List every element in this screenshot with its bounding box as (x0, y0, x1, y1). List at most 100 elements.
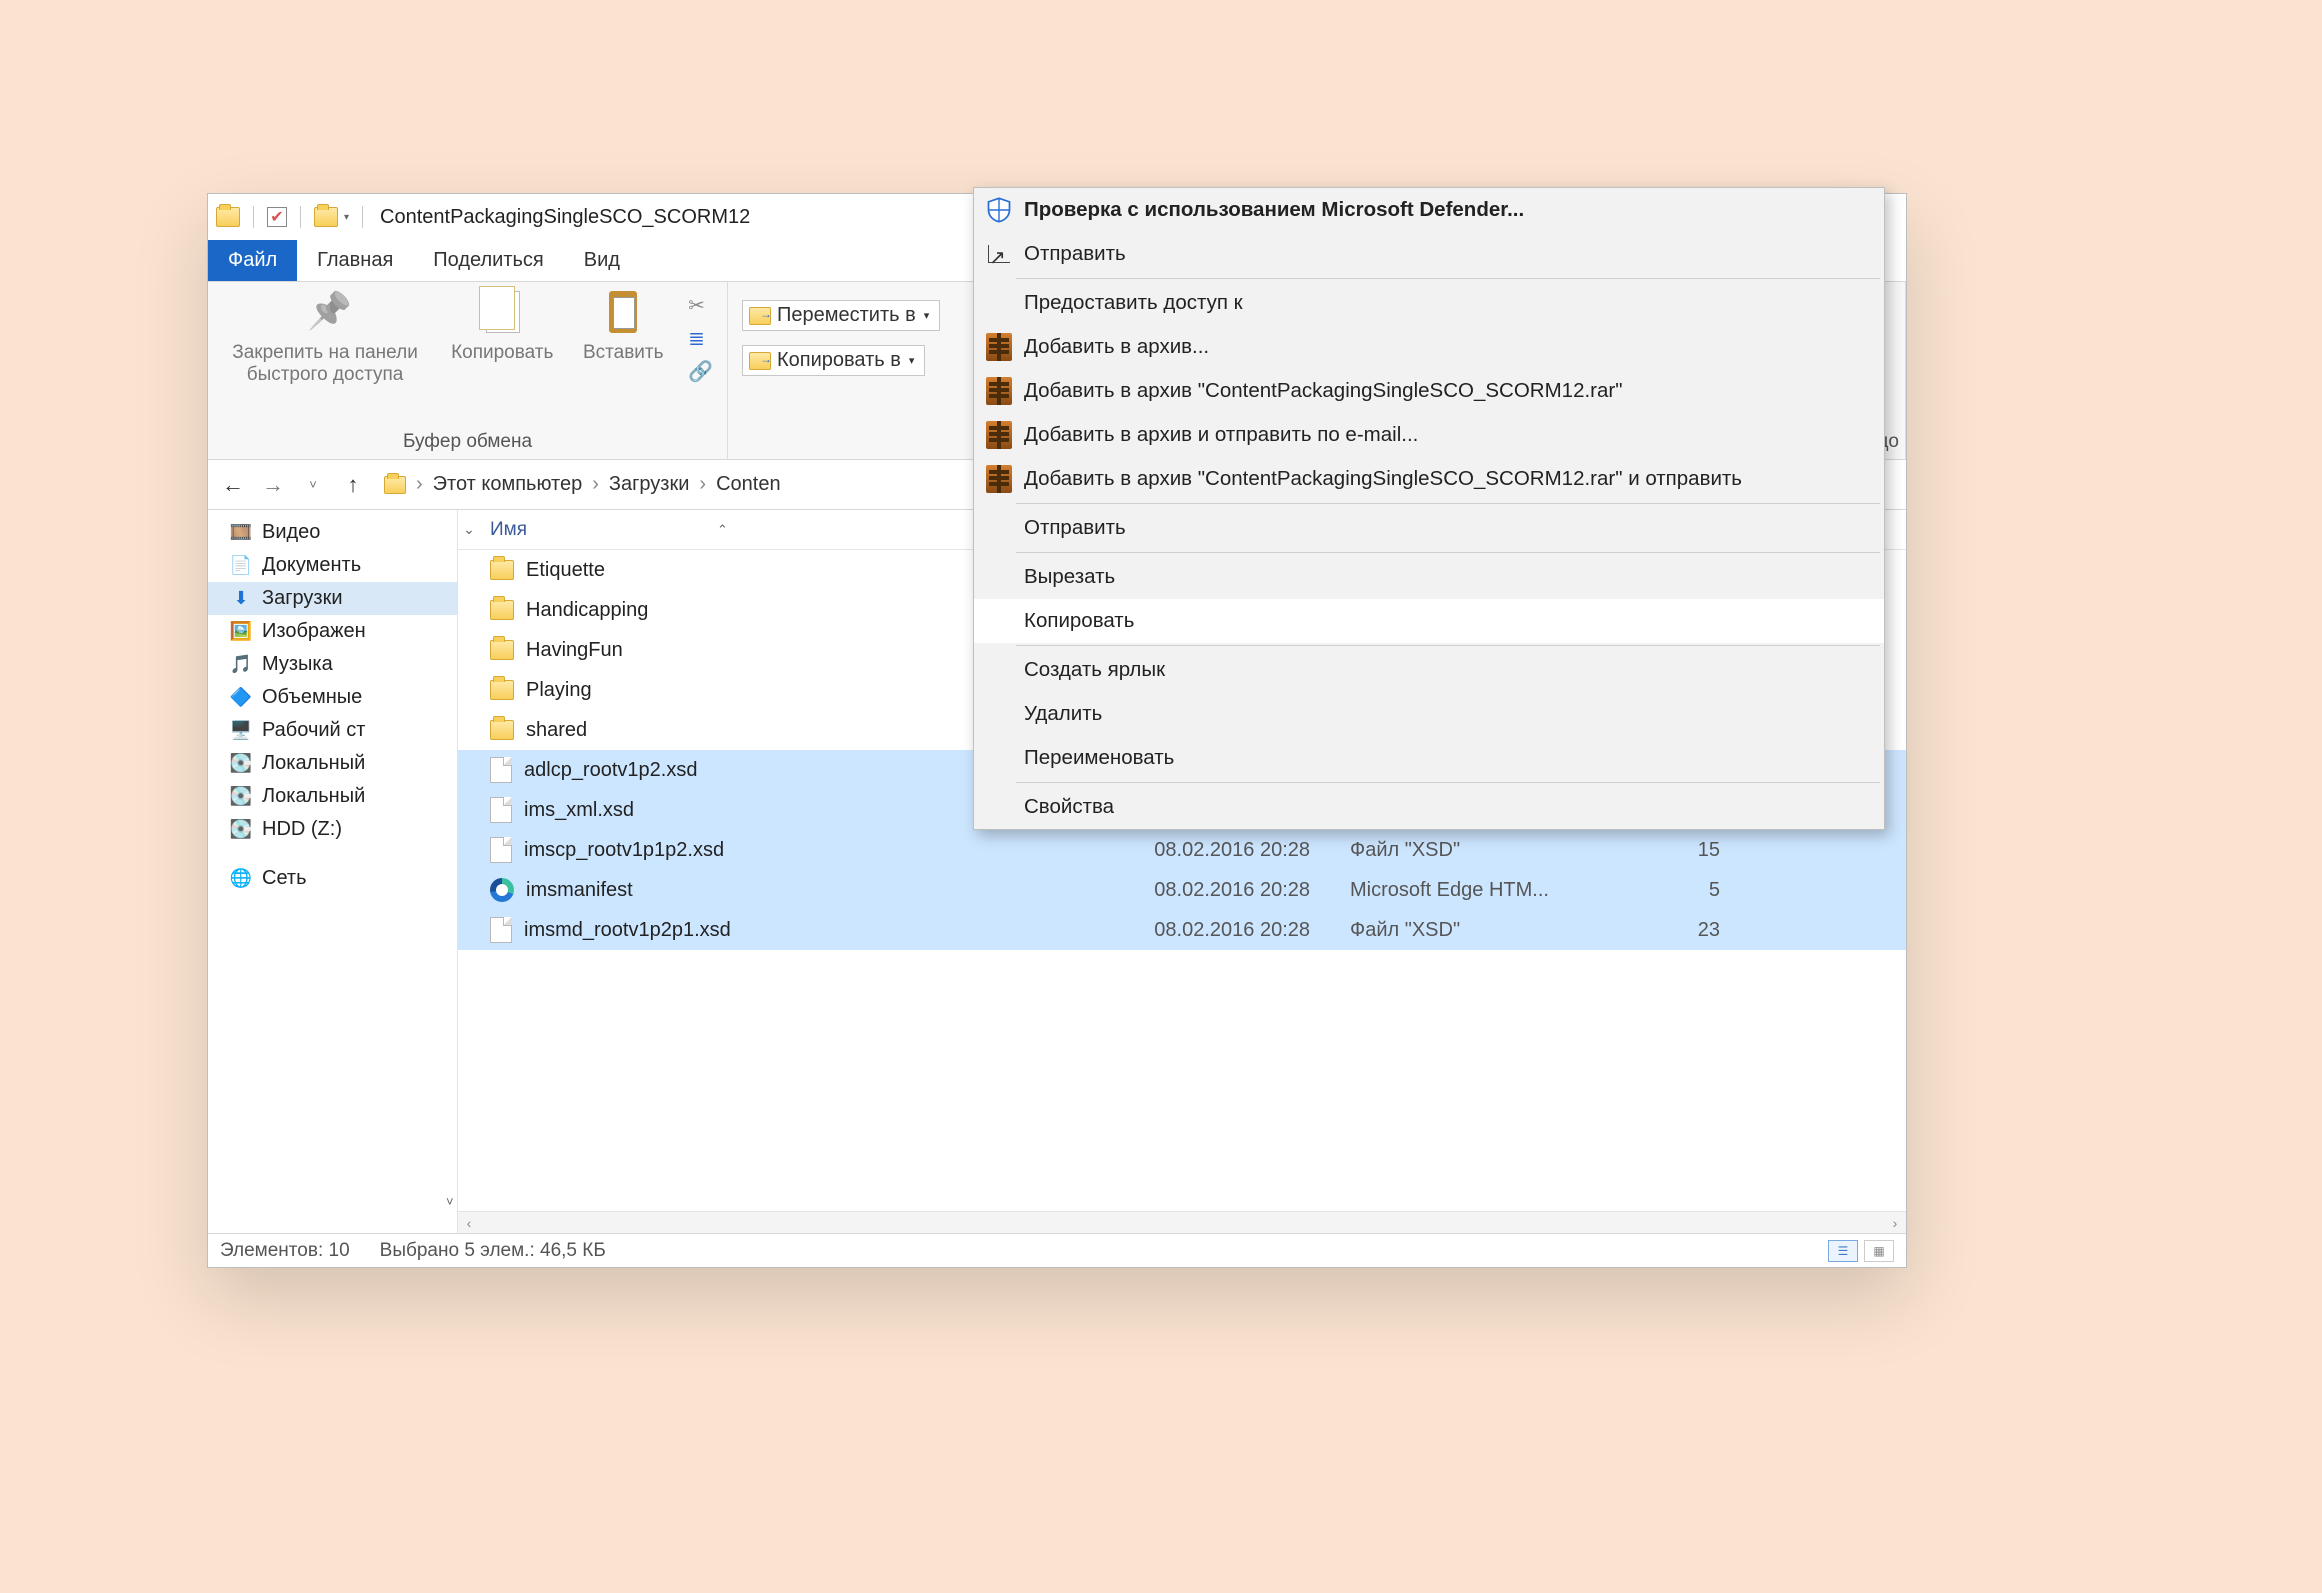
ribbon-group-clipboard: Закрепить на панели быстрого доступа Коп… (208, 282, 728, 459)
file-name: imsmanifest (526, 879, 633, 902)
ctx-item-cut[interactable]: Вырезать (974, 555, 1884, 599)
move-to-button[interactable]: Переместить в ▾ (742, 300, 940, 331)
sidebar-item-label: Музыка (262, 653, 333, 676)
sidebar-item-label: Объемные (262, 686, 362, 709)
ctx-item-send[interactable]: Отправить (974, 232, 1884, 276)
pane-collapse-icon[interactable]: ˅ (446, 1194, 454, 1209)
sidebar-item-network[interactable]: 🌐 Сеть (208, 862, 457, 895)
ctx-item-rename[interactable]: Переименовать (974, 736, 1884, 780)
ctx-item-delete[interactable]: Удалить (974, 692, 1884, 736)
tab-view[interactable]: Вид (564, 240, 640, 281)
file-name-cell[interactable]: adlcp_rootv1p2.xsd (480, 757, 1040, 783)
copy-button[interactable]: Копировать (446, 288, 558, 364)
sidebar-item-label: Загрузки (262, 587, 343, 610)
sidebar-item[interactable]: 🖼️Изображен (208, 615, 457, 648)
table-row[interactable]: imsmd_rootv1p2p1.xsd08.02.2016 20:28Файл… (458, 910, 1906, 950)
column-name[interactable]: Имя ⌃ (480, 519, 1040, 541)
tab-share[interactable]: Поделиться (413, 240, 563, 281)
recent-dropdown[interactable]: ˅ (298, 477, 328, 492)
file-name-cell[interactable]: Etiquette (480, 559, 1040, 582)
sidebar-item[interactable]: 💽Локальный (208, 747, 457, 780)
view-details-button[interactable]: ☰ (1828, 1240, 1858, 1262)
copy-icon (480, 288, 524, 336)
file-name-cell[interactable]: imsmanifest (480, 878, 1040, 902)
crumb-downloads[interactable]: Загрузки (609, 473, 690, 496)
navigation-pane[interactable]: 🎞️Видео📄Документь ⬇ Загрузки 🖼️Изображен🎵Му… (208, 510, 458, 1233)
sidebar-item[interactable]: 💽Локальный (208, 780, 457, 813)
sidebar-icon: ⬇ (230, 588, 252, 610)
sidebar-item-label: Локальный (262, 752, 365, 775)
file-type: Файл "XSD" (1340, 919, 1640, 942)
file-name-cell[interactable]: HavingFun (480, 639, 1040, 662)
crumb-folder[interactable]: Conten (716, 473, 781, 496)
ctx-label: Переименовать (1024, 746, 1174, 770)
file-name: adlcp_rootv1p2.xsd (524, 759, 697, 782)
ctx-item-add-archive-email[interactable]: Добавить в архив и отправить по e-mail..… (974, 413, 1884, 457)
sidebar-item[interactable]: 📄Документь (208, 549, 457, 582)
copy-path-mini-button[interactable]: ≣ (688, 326, 705, 351)
crumb-this-pc[interactable]: Этот компьютер (433, 473, 583, 496)
forward-button[interactable]: → (258, 472, 288, 498)
scroll-left-icon[interactable]: ‹ (458, 1215, 480, 1231)
clipboard-mini-group: ✂ ≣ 🔗 (688, 288, 713, 384)
ctx-item-copy[interactable]: Копировать (974, 599, 1884, 643)
file-name-cell[interactable]: imscp_rootv1p1p2.xsd (480, 837, 1040, 863)
scroll-right-icon[interactable]: › (1884, 1215, 1906, 1231)
file-icon (490, 917, 512, 943)
file-name-cell[interactable]: imsmd_rootv1p2p1.xsd (480, 917, 1040, 943)
shortcut-icon: 🔗 (688, 359, 713, 384)
expand-toggle-icon[interactable]: ⌄ (458, 521, 480, 538)
ctx-item-defender[interactable]: Проверка с использованием Microsoft Defe… (974, 188, 1884, 232)
qat-dropdown[interactable]: ▾ (344, 212, 349, 223)
ctx-item-properties[interactable]: Свойства (974, 785, 1884, 829)
copy-label: Копировать (451, 342, 553, 364)
ctx-item-add-archive-named[interactable]: Добавить в архив "ContentPackagingSingle… (974, 369, 1884, 413)
ctx-item-add-archive[interactable]: Добавить в архив... (974, 325, 1884, 369)
ctx-item-send-to[interactable]: Отправить (974, 506, 1884, 550)
folder-icon[interactable] (314, 207, 338, 227)
tab-file[interactable]: Файл (208, 240, 297, 281)
file-icon (490, 797, 512, 823)
sidebar-item[interactable]: ⬇ Загрузки (208, 582, 457, 615)
file-name-cell[interactable]: Handicapping (480, 599, 1040, 622)
sidebar-item[interactable]: 🎞️Видео (208, 516, 457, 549)
ctx-item-add-archive-named-email[interactable]: Добавить в архив "ContentPackagingSingle… (974, 457, 1884, 501)
table-row[interactable]: imsmanifest08.02.2016 20:28Microsoft Edg… (458, 870, 1906, 910)
sidebar-item-label: Документь (262, 554, 361, 577)
file-name: shared (526, 719, 587, 742)
path-icon: ≣ (688, 326, 705, 351)
view-thumbnails-button[interactable]: ▦ (1864, 1240, 1894, 1262)
ctx-label: Удалить (1024, 702, 1102, 726)
checkbox-icon[interactable]: ✔ (267, 207, 287, 227)
up-button[interactable]: ↑ (338, 472, 368, 498)
pin-to-quick-access-button[interactable]: Закрепить на панели быстрого доступа (222, 288, 428, 386)
file-name-cell[interactable]: Playing (480, 679, 1040, 702)
ctx-item-grant-access[interactable]: Предоставить доступ к (974, 281, 1884, 325)
ctx-label: Добавить в архив "ContentPackagingSingle… (1024, 379, 1623, 403)
sidebar-item-label: Видео (262, 521, 320, 544)
context-menu: Проверка с использованием Microsoft Defe… (973, 187, 1885, 830)
table-row[interactable]: imscp_rootv1p1p2.xsd08.02.2016 20:28Файл… (458, 830, 1906, 870)
file-name: Handicapping (526, 599, 648, 622)
paste-button[interactable]: Вставить (576, 288, 670, 364)
sidebar-item[interactable]: 🖥️Рабочий ст (208, 714, 457, 747)
sidebar-item[interactable]: 🔷Объемные (208, 681, 457, 714)
paste-shortcut-mini-button[interactable]: 🔗 (688, 359, 713, 384)
back-button[interactable]: ← (218, 472, 248, 498)
sidebar-item[interactable]: 💽HDD (Z:) (208, 813, 457, 846)
pin-icon (303, 288, 347, 336)
tab-home[interactable]: Главная (297, 240, 413, 281)
file-name-cell[interactable]: ims_xml.xsd (480, 797, 1040, 823)
folder-icon (490, 600, 514, 620)
file-name-cell[interactable]: shared (480, 719, 1040, 742)
sidebar-item-label: Локальный (262, 785, 365, 808)
copy-to-button[interactable]: Копировать в ▾ (742, 345, 925, 376)
column-name-label: Имя (490, 519, 527, 541)
horizontal-scrollbar[interactable]: ‹ › (458, 1211, 1906, 1233)
cut-mini-button[interactable]: ✂ (688, 293, 705, 318)
ctx-item-create-shortcut[interactable]: Создать ярлык (974, 648, 1884, 692)
folder-icon (216, 207, 240, 227)
copy-to-label: Копировать в (777, 349, 901, 372)
sidebar-item[interactable]: 🎵Музыка (208, 648, 457, 681)
sidebar-icon: 🖼️ (230, 621, 252, 643)
